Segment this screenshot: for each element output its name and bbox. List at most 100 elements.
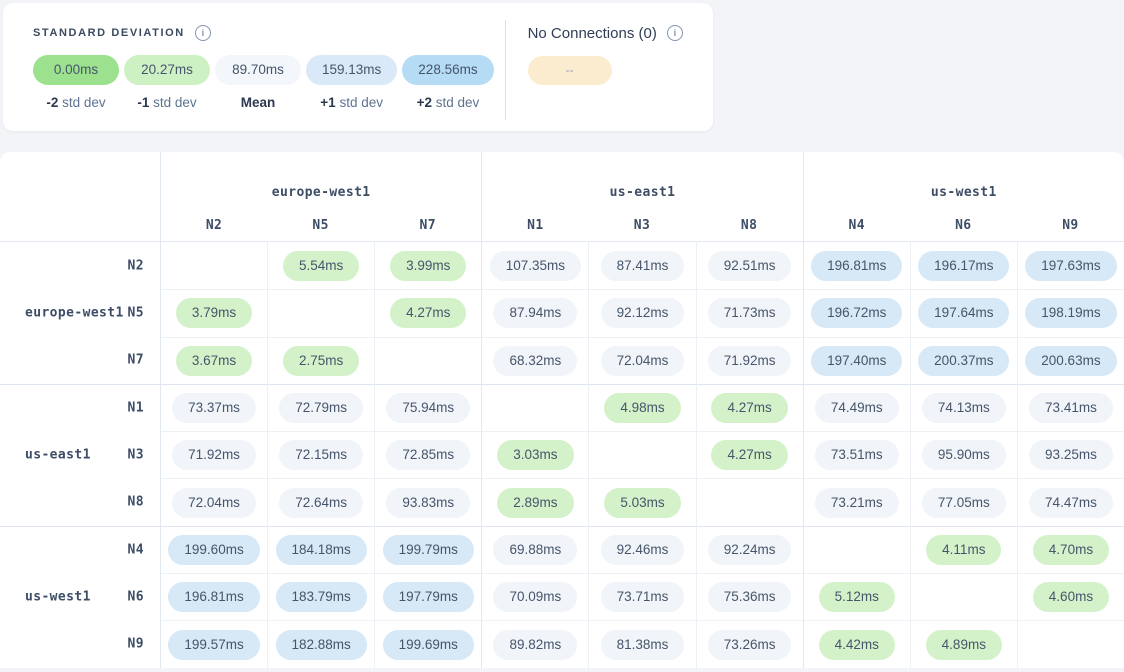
latency-pill-N9-N6[interactable]: 4.89ms	[926, 630, 1002, 660]
latency-pill-N1-N3[interactable]: 4.98ms	[604, 393, 680, 423]
latency-pill-N8-N9[interactable]: 74.47ms	[1029, 488, 1113, 518]
latency-pill-N6-N9[interactable]: 4.60ms	[1033, 582, 1109, 612]
latency-pill-N7-N2[interactable]: 3.67ms	[176, 346, 252, 376]
latency-pill-N2-N8[interactable]: 92.51ms	[708, 251, 792, 281]
latency-pill-N5-N2[interactable]: 3.79ms	[176, 298, 252, 328]
latency-pill-N6-N1[interactable]: 70.09ms	[493, 582, 577, 612]
latency-pill-N6-N4[interactable]: 5.12ms	[819, 582, 895, 612]
cell-N4-N1: 69.88ms	[481, 526, 588, 573]
latency-pill-N2-N5[interactable]: 5.54ms	[283, 251, 359, 281]
latency-pill-N9-N5[interactable]: 182.88ms	[276, 630, 367, 660]
cell-N3-N5: 72.15ms	[267, 431, 374, 478]
latency-pill-N3-N1[interactable]: 3.03ms	[497, 440, 573, 470]
latency-pill-N8-N5[interactable]: 72.64ms	[279, 488, 363, 518]
latency-pill-N7-N4[interactable]: 197.40ms	[811, 346, 902, 376]
latency-pill-N6-N7[interactable]: 197.79ms	[383, 582, 474, 612]
latency-pill-N1-N6[interactable]: 74.13ms	[922, 393, 1006, 423]
cell-N3-N9: 93.25ms	[1017, 431, 1124, 478]
latency-pill-N7-N9[interactable]: 200.63ms	[1025, 346, 1116, 376]
latency-pill-N2-N4[interactable]: 196.81ms	[811, 251, 902, 281]
latency-pill-N1-N4[interactable]: 74.49ms	[815, 393, 899, 423]
latency-pill-N7-N5[interactable]: 2.75ms	[283, 346, 359, 376]
latency-pill-N7-N1[interactable]: 68.32ms	[493, 346, 577, 376]
latency-pill-N4-N5[interactable]: 184.18ms	[276, 535, 367, 565]
cell-N8-N3: 5.03ms	[588, 478, 695, 525]
latency-pill-N1-N7[interactable]: 75.94ms	[386, 393, 470, 423]
latency-pill-N3-N8[interactable]: 4.27ms	[711, 440, 787, 470]
latency-pill-N9-N2[interactable]: 199.57ms	[168, 630, 259, 660]
latency-pill-N6-N8[interactable]: 75.36ms	[708, 582, 792, 612]
col-header-N9: N9	[1017, 210, 1124, 242]
latency-pill-N2-N1[interactable]: 107.35ms	[490, 251, 581, 281]
latency-pill-N6-N2[interactable]: 196.81ms	[168, 582, 259, 612]
latency-pill-N4-N2[interactable]: 199.60ms	[168, 535, 259, 565]
row-node-label-N2: N2	[128, 258, 144, 273]
cell-N5-N1: 87.94ms	[481, 289, 588, 336]
latency-pill-N4-N7[interactable]: 199.79ms	[383, 535, 474, 565]
col-group-header-europe-west1: europe-west1	[160, 152, 481, 210]
latency-pill-N9-N3[interactable]: 81.38ms	[601, 630, 685, 660]
latency-pill-N1-N2[interactable]: 73.37ms	[172, 393, 256, 423]
cell-N1-N6: 74.13ms	[910, 384, 1017, 431]
latency-pill-N9-N1[interactable]: 89.82ms	[493, 630, 577, 660]
cell-N2-N9: 197.63ms	[1017, 242, 1124, 289]
latency-pill-N9-N8[interactable]: 73.26ms	[708, 630, 792, 660]
latency-pill-N3-N7[interactable]: 72.85ms	[386, 440, 470, 470]
cell-N1-N8: 4.27ms	[696, 384, 803, 431]
legend-scale-pill: 89.70ms	[215, 55, 301, 85]
row-node-label-N7: N7	[128, 353, 144, 368]
latency-pill-N5-N7[interactable]: 4.27ms	[390, 298, 466, 328]
legend-scale-item: 20.27ms-1 std dev	[124, 55, 210, 110]
latency-pill-N3-N4[interactable]: 73.51ms	[815, 440, 899, 470]
info-icon[interactable]: i	[195, 25, 211, 41]
cell-N9-N1: 89.82ms	[481, 620, 588, 667]
latency-pill-N9-N4[interactable]: 4.42ms	[819, 630, 895, 660]
legend-scale-pill: 0.00ms	[33, 55, 119, 85]
latency-pill-N5-N1[interactable]: 87.94ms	[493, 298, 577, 328]
latency-pill-N1-N8[interactable]: 4.27ms	[711, 393, 787, 423]
latency-pill-N6-N3[interactable]: 73.71ms	[601, 582, 685, 612]
latency-pill-N4-N9[interactable]: 4.70ms	[1033, 535, 1109, 565]
latency-pill-N4-N6[interactable]: 4.11ms	[926, 535, 1001, 565]
cell-N3-N8: 4.27ms	[696, 431, 803, 478]
latency-pill-N4-N1[interactable]: 69.88ms	[493, 535, 577, 565]
latency-pill-N8-N1[interactable]: 2.89ms	[497, 488, 573, 518]
latency-pill-N7-N8[interactable]: 71.92ms	[708, 346, 792, 376]
cell-N2-N4: 196.81ms	[803, 242, 910, 289]
latency-pill-N1-N9[interactable]: 73.41ms	[1029, 393, 1113, 423]
latency-pill-N3-N9[interactable]: 93.25ms	[1029, 440, 1113, 470]
latency-pill-N9-N7[interactable]: 199.69ms	[383, 630, 474, 660]
latency-pill-N5-N3[interactable]: 92.12ms	[601, 298, 685, 328]
latency-pill-N1-N5[interactable]: 72.79ms	[279, 393, 363, 423]
latency-pill-N7-N3[interactable]: 72.04ms	[601, 346, 685, 376]
latency-pill-N5-N6[interactable]: 197.64ms	[918, 298, 1009, 328]
latency-pill-N2-N6[interactable]: 196.17ms	[918, 251, 1009, 281]
latency-pill-N3-N5[interactable]: 72.15ms	[279, 440, 363, 470]
latency-pill-N3-N2[interactable]: 71.92ms	[172, 440, 256, 470]
latency-pill-N2-N3[interactable]: 87.41ms	[601, 251, 685, 281]
latency-pill-N6-N5[interactable]: 183.79ms	[276, 582, 367, 612]
latency-pill-N3-N6[interactable]: 95.90ms	[922, 440, 1006, 470]
cell-N5-N3: 92.12ms	[588, 289, 695, 336]
legend-scale-item: 0.00ms-2 std dev	[33, 55, 119, 110]
latency-pill-N5-N4[interactable]: 196.72ms	[811, 298, 902, 328]
cell-N9-N8: 73.26ms	[696, 620, 803, 667]
latency-pill-N8-N4[interactable]: 73.21ms	[815, 488, 899, 518]
latency-pill-N8-N7[interactable]: 93.83ms	[386, 488, 470, 518]
cell-N2-N6: 196.17ms	[910, 242, 1017, 289]
row-label-N2: N2	[0, 242, 160, 289]
latency-pill-N2-N9[interactable]: 197.63ms	[1025, 251, 1116, 281]
latency-pill-N5-N8[interactable]: 71.73ms	[708, 298, 792, 328]
latency-pill-N4-N8[interactable]: 92.24ms	[708, 535, 792, 565]
latency-pill-N5-N9[interactable]: 198.19ms	[1025, 298, 1116, 328]
cell-N5-N5	[267, 289, 374, 336]
latency-pill-N4-N3[interactable]: 92.46ms	[601, 535, 685, 565]
latency-pill-N8-N3[interactable]: 5.03ms	[604, 488, 680, 518]
latency-pill-N8-N6[interactable]: 77.05ms	[922, 488, 1006, 518]
latency-pill-N7-N6[interactable]: 200.37ms	[918, 346, 1009, 376]
latency-pill-N8-N2[interactable]: 72.04ms	[172, 488, 256, 518]
info-icon[interactable]: i	[667, 25, 683, 41]
row-node-label-N8: N8	[128, 495, 144, 510]
latency-pill-N2-N7[interactable]: 3.99ms	[390, 251, 466, 281]
legend-card: STANDARD DEVIATION i 0.00ms-2 std dev20.…	[3, 3, 713, 131]
